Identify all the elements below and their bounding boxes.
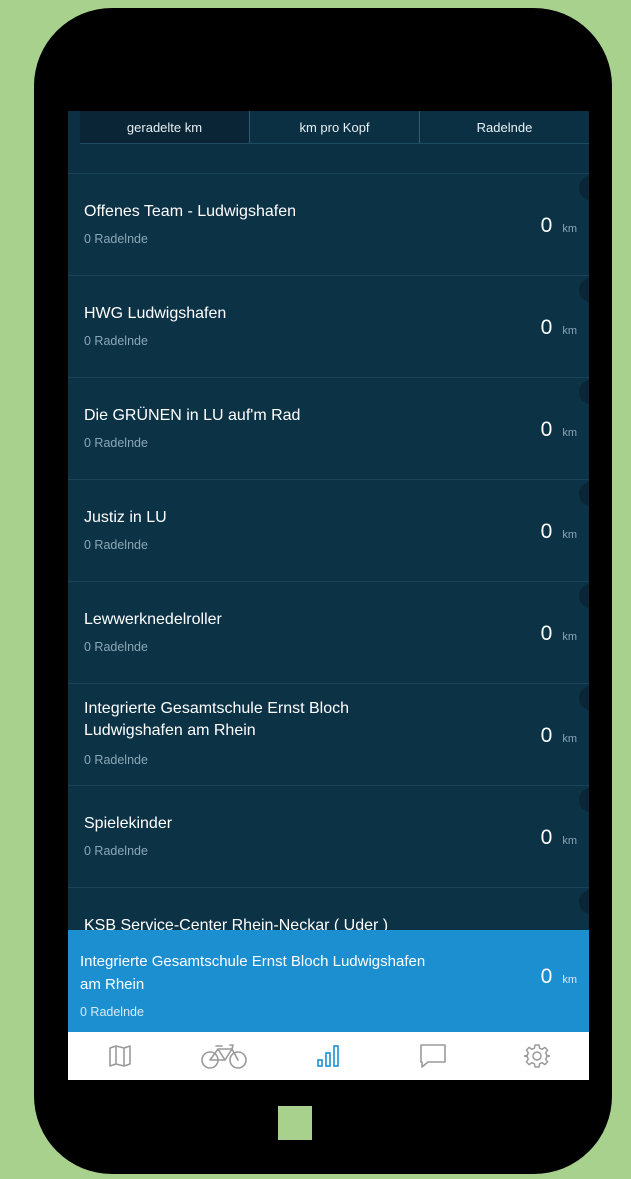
km-unit: km: [562, 631, 577, 643]
km-value: 0: [540, 316, 553, 339]
team-name: Integrierte Gesamtschule Ernst Bloch Lud…: [84, 700, 350, 739]
team-km: 0 km: [541, 724, 577, 748]
edge-handle: [579, 584, 589, 608]
km-value: 0: [540, 826, 553, 849]
edge-handle: [579, 380, 589, 404]
home-button[interactable]: [278, 1106, 312, 1140]
table-row[interactable]: Offenes Team - Ludwigshafen 0 Radelnde 0…: [68, 173, 589, 275]
team-name: Lewwerknedelroller: [84, 611, 222, 628]
tab-radelnde[interactable]: Radelnde: [420, 111, 589, 143]
km-unit: km: [562, 733, 577, 745]
edge-handle: [579, 176, 589, 200]
team-members: 0 Radelnde: [84, 436, 148, 450]
nav-bike[interactable]: [199, 1036, 249, 1076]
nav-map[interactable]: [95, 1036, 145, 1076]
ranking-tabs: geradelte km km pro Kopf Radelnde: [80, 111, 589, 144]
tab-km-pro-kopf[interactable]: km pro Kopf: [250, 111, 420, 143]
table-row[interactable]: HWG Ludwigshafen 0 Radelnde 0 km: [68, 275, 589, 377]
team-members: 0 Radelnde: [84, 334, 148, 348]
km-unit: km: [562, 223, 577, 235]
table-row[interactable]: Die GRÜNEN in LU auf'm Rad 0 Radelnde 0k…: [68, 377, 589, 479]
nav-settings[interactable]: [512, 1036, 562, 1076]
team-name: Spielekinder: [84, 815, 173, 832]
team-members: 0 Radelnde: [84, 640, 148, 654]
km-value: 0: [540, 418, 553, 441]
table-row[interactable]: Integrierte Gesamtschule Ernst Bloch Lud…: [68, 683, 589, 785]
bar-chart-icon: [317, 1045, 340, 1067]
team-km: 0 km: [541, 520, 577, 544]
team-name: Offenes Team - Ludwigshafen: [84, 203, 296, 220]
tab-geradelte-km[interactable]: geradelte km: [80, 111, 250, 143]
km-value: 0: [540, 214, 553, 237]
team-km: 0 km: [541, 418, 577, 442]
team-list: Offenes Team - Ludwigshafen 0 Radelnde 0…: [68, 173, 589, 989]
chat-icon: [419, 1044, 446, 1068]
km-unit: km: [562, 974, 577, 986]
nav-ranking[interactable]: [303, 1036, 353, 1076]
team-km: 0 km: [541, 622, 577, 646]
map-icon: [109, 1045, 131, 1067]
bottom-navigation: [68, 1032, 589, 1080]
km-unit: km: [562, 325, 577, 337]
edge-handle: [579, 686, 589, 710]
team-members: 0 Radelnde: [84, 844, 148, 858]
table-row[interactable]: Lewwerknedelroller 0 Radelnde 0 km: [68, 581, 589, 683]
table-row[interactable]: Justiz in LU 0 Radelnde 0 km: [68, 479, 589, 581]
table-row[interactable]: Spielekinder 0 Radelnde 0 km: [68, 785, 589, 887]
km-unit: km: [562, 427, 577, 439]
bicycle-icon: [201, 1044, 248, 1069]
my-team-members: 0 Radelnde: [80, 1005, 144, 1019]
gear-icon: [523, 1044, 550, 1068]
app-screen: geradelte km km pro Kopf Radelnde Offene…: [68, 111, 589, 1080]
edge-handle: [579, 278, 589, 302]
km-unit: km: [562, 835, 577, 847]
team-members: 0 Radelnde: [84, 538, 148, 552]
my-team-bar[interactable]: Integrierte Gesamtschule Ernst Bloch Lud…: [68, 930, 589, 1032]
team-km: 0 km: [541, 316, 577, 340]
team-members: 0 Radelnde: [84, 232, 148, 246]
edge-handle: [579, 890, 589, 914]
my-team-name: Integrierte Gesamtschule Ernst Bloch Lud…: [80, 953, 426, 993]
km-value: 0: [540, 724, 553, 747]
team-km: 0 km: [541, 826, 577, 850]
km-value: 0: [540, 520, 553, 543]
team-km: 0 km: [541, 214, 577, 238]
km-value: 0: [540, 622, 553, 645]
edge-handle: [579, 482, 589, 506]
nav-messages[interactable]: [408, 1036, 458, 1076]
team-name: Justiz in LU: [84, 509, 167, 526]
team-name: HWG Ludwigshafen: [84, 305, 227, 322]
km-value: 0: [540, 965, 553, 988]
edge-handle: [579, 788, 589, 812]
my-team-km: 0 km: [541, 965, 577, 989]
km-unit: km: [562, 529, 577, 541]
team-name: Die GRÜNEN in LU auf'm Rad: [84, 407, 301, 424]
team-members: 0 Radelnde: [84, 753, 148, 767]
